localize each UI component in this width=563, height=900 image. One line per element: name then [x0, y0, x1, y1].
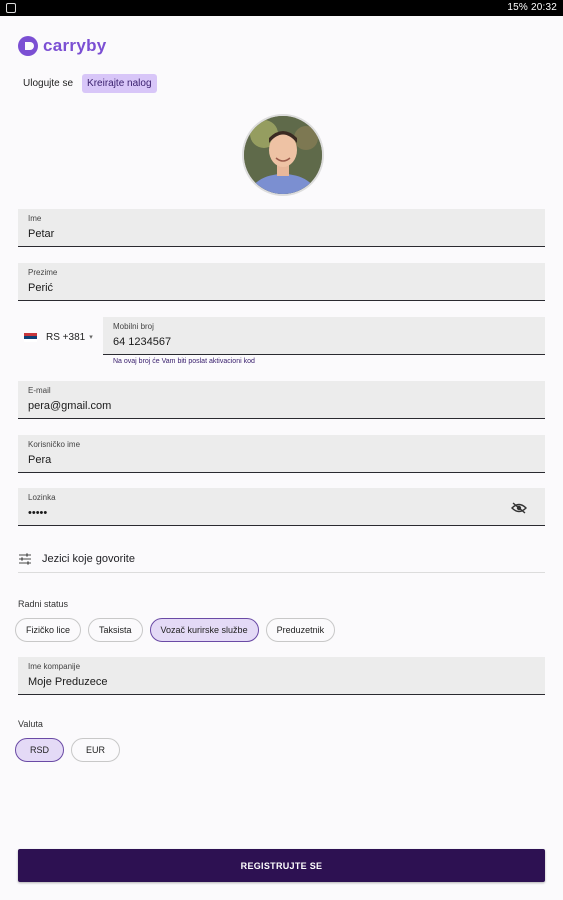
email-label: E-mail: [28, 386, 51, 395]
username-value[interactable]: Pera: [28, 454, 51, 466]
first-name-label: Ime: [28, 214, 42, 223]
last-name-field[interactable]: Prezime Perić: [18, 263, 545, 301]
username-field[interactable]: Korisničko ime Pera: [18, 435, 545, 473]
chip-entrepreneur[interactable]: Preduzetnik: [265, 618, 336, 642]
company-name-field[interactable]: Ime kompanije Moje Preduzece: [18, 657, 545, 695]
password-value[interactable]: •••••: [28, 507, 47, 519]
app-logo: carryby: [18, 34, 107, 58]
chip-taxi-driver[interactable]: Taksista: [88, 618, 143, 642]
notification-icon: [6, 3, 16, 13]
tab-login[interactable]: Ulogujte se: [18, 74, 78, 93]
work-status-title: Radni status: [18, 599, 69, 609]
avatar-photo: [244, 116, 322, 194]
currency-chips: RSD EUR: [15, 738, 127, 762]
register-button[interactable]: REGISTRUJTE SE: [18, 849, 545, 882]
last-name-value[interactable]: Perić: [28, 282, 53, 294]
visibility-off-icon[interactable]: [511, 502, 527, 514]
first-name-value[interactable]: Petar: [28, 228, 54, 240]
serbia-flag-icon: [24, 332, 37, 342]
brand-name: carryby: [43, 36, 107, 55]
phone-label: Mobilni broj: [113, 322, 154, 331]
phone-helper-text: Na ovaj broj će Vam biti poslat aktivaci…: [113, 358, 255, 365]
phone-field[interactable]: Mobilni broj 64 1234567: [103, 317, 545, 355]
first-name-field[interactable]: Ime Petar: [18, 209, 545, 247]
email-field[interactable]: E-mail pera@gmail.com: [18, 381, 545, 419]
profile-avatar[interactable]: [242, 114, 324, 196]
languages-selector[interactable]: Jezici koje govorite: [18, 546, 545, 573]
tune-icon: [19, 553, 31, 565]
company-name-label: Ime kompanije: [28, 662, 81, 671]
currency-title: Valuta: [18, 719, 43, 729]
phone-value[interactable]: 64 1234567: [113, 336, 171, 348]
caret-down-icon: ▾: [89, 334, 93, 341]
last-name-label: Prezime: [28, 268, 58, 277]
chip-individual[interactable]: Fizičko lice: [15, 618, 82, 642]
carryby-logo-icon: [18, 36, 38, 56]
country-code: RS +381: [46, 331, 86, 343]
languages-label: Jezici koje govorite: [42, 553, 135, 565]
company-name-value[interactable]: Moje Preduzece: [28, 676, 108, 688]
auth-tabs: Ulogujte se Kreirajte nalog: [18, 74, 157, 93]
chip-eur[interactable]: EUR: [71, 738, 121, 762]
password-field[interactable]: Lozinka •••••: [18, 488, 545, 526]
chip-courier-driver[interactable]: Vozač kurirske službe: [149, 618, 259, 642]
email-value[interactable]: pera@gmail.com: [28, 400, 111, 412]
tab-register[interactable]: Kreirajte nalog: [82, 74, 157, 93]
work-status-chips: Fizičko lice Taksista Vozač kurirske slu…: [15, 618, 342, 642]
username-label: Korisničko ime: [28, 440, 81, 449]
status-bar: 15% 20:32: [0, 0, 563, 16]
password-label: Lozinka: [28, 493, 56, 502]
status-indicators: 15% 20:32: [507, 2, 557, 13]
chip-rsd[interactable]: RSD: [15, 738, 65, 762]
country-code-selector[interactable]: RS +381 ▾: [18, 318, 100, 356]
